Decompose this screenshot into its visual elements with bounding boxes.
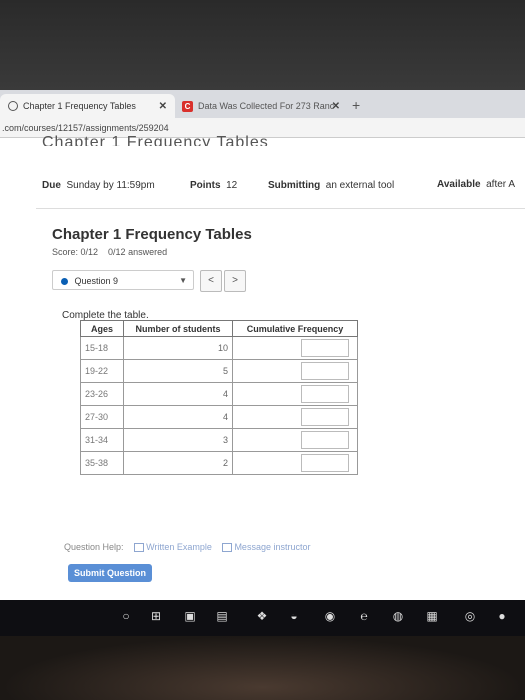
app-orange-icon[interactable]: ● (494, 608, 510, 624)
chegg-icon: C (182, 100, 193, 112)
document-icon (134, 543, 145, 553)
cumulative-cell (232, 428, 358, 452)
cumulative-input[interactable] (301, 431, 349, 449)
message-instructor-link[interactable]: Message instructor (234, 542, 310, 552)
points-value: 12 (226, 180, 238, 191)
next-question-button[interactable]: > (224, 270, 246, 292)
help-label: Question Help: (64, 542, 124, 552)
submit-question-button[interactable]: Submit Question (68, 564, 152, 582)
chrome-icon[interactable]: ◉ (322, 608, 338, 624)
due-label: Due (42, 180, 61, 191)
score-text: Score: 0/12 (52, 247, 99, 257)
count-cell: 3 (123, 428, 233, 452)
task-view-icon[interactable]: ⊞ (148, 608, 164, 624)
submitting-label: Submitting (268, 180, 321, 191)
table-row: 31-34 3 (80, 428, 358, 452)
cumulative-cell (232, 382, 358, 406)
app-circle-icon[interactable]: ◎ (462, 608, 478, 624)
status-dot-icon (61, 278, 68, 286)
submitting-value: an external tool (325, 180, 395, 191)
screen: Chapter 1 Frequency Tables ✕ C Data Was … (0, 90, 525, 630)
cumulative-input[interactable] (301, 339, 349, 357)
available-value: after A (486, 179, 516, 190)
edge-icon[interactable]: ℮ (356, 608, 372, 624)
question-select[interactable]: Question 9 ▼ (52, 270, 194, 290)
age-cell: 31-34 (80, 428, 124, 452)
table-row: 35-38 2 (80, 451, 358, 475)
cumulative-input[interactable] (301, 454, 349, 472)
cumulative-cell (232, 359, 358, 383)
available-label: Available (437, 179, 481, 190)
new-tab-icon[interactable]: + (352, 97, 360, 113)
close-icon[interactable]: ✕ (159, 101, 167, 112)
caret-down-icon: ▼ (179, 276, 187, 285)
cumulative-input[interactable] (301, 385, 349, 403)
page-content: Chapter 1 Frequency Tables Due Sunday by… (0, 134, 525, 630)
count-cell: 4 (123, 382, 233, 406)
monitor-bezel-top (0, 0, 525, 90)
prev-question-button[interactable]: < (200, 270, 222, 292)
column-header-ages: Ages (80, 320, 124, 337)
answered-text: 0/12 answered (108, 247, 168, 257)
divider (36, 208, 525, 209)
tab-title: Chapter 1 Frequency Tables (23, 101, 136, 111)
tab-chapter-1[interactable]: Chapter 1 Frequency Tables ✕ (0, 94, 175, 118)
table-row: 27-30 4 (80, 405, 358, 429)
taskbar: ○ ⊞ ▣ ▤ ❖ ◒ ◉ ℮ ◍ ▦ ◎ ● (0, 600, 525, 636)
question-select-value: Question 9 (74, 276, 119, 286)
column-header-cumulative: Cumulative Frequency (232, 320, 358, 337)
cumulative-cell (232, 405, 358, 429)
points-label: Points (190, 180, 221, 191)
age-cell: 19-22 (80, 359, 124, 383)
due-value: Sunday by 11:59pm (66, 180, 155, 191)
question-help: Question Help: Written Example Message i… (64, 542, 310, 553)
close-icon[interactable]: ✕ (332, 101, 340, 112)
count-cell: 5 (123, 359, 233, 383)
cumulative-input[interactable] (301, 362, 349, 380)
cumulative-input[interactable] (301, 408, 349, 426)
age-cell: 35-38 (80, 451, 124, 475)
column-header-number: Number of students (123, 320, 233, 337)
tab-data-collected[interactable]: C Data Was Collected For 273 Ranc ✕ (178, 94, 348, 118)
table-row: 15-18 10 (80, 336, 358, 360)
cumulative-cell (232, 451, 358, 475)
count-cell: 10 (123, 336, 233, 360)
score-line: Score: 0/12 0/12 answered (52, 247, 167, 257)
page-title-cropped: Chapter 1 Frequency Tables (42, 134, 269, 146)
quiz-title: Chapter 1 Frequency Tables (52, 226, 252, 243)
monitor-bezel-bottom (0, 636, 525, 700)
age-cell: 15-18 (80, 336, 124, 360)
app-icon[interactable]: ▦ (424, 608, 440, 624)
cumulative-cell (232, 336, 358, 360)
table-row: 23-26 4 (80, 382, 358, 406)
chrome-app-icon[interactable]: ◍ (390, 608, 406, 624)
tab-title: Data Was Collected For 273 Ranc (198, 101, 335, 111)
envelope-icon (222, 543, 233, 553)
frequency-table: Ages Number of students Cumulative Frequ… (80, 320, 358, 475)
search-icon[interactable]: ○ (118, 608, 134, 624)
age-cell: 27-30 (80, 405, 124, 429)
dropbox-icon[interactable]: ❖ (254, 608, 270, 624)
browser-tab-bar: Chapter 1 Frequency Tables ✕ C Data Was … (0, 90, 525, 118)
tab-favicon-icon (8, 101, 18, 111)
age-cell: 23-26 (80, 382, 124, 406)
photos-icon[interactable]: ▣ (182, 608, 198, 624)
count-cell: 4 (123, 405, 233, 429)
store-icon[interactable]: ▤ (214, 608, 230, 624)
written-example-link[interactable]: Written Example (146, 542, 212, 552)
amazon-icon[interactable]: ◒ (286, 608, 302, 624)
count-cell: 2 (123, 451, 233, 475)
table-row: 19-22 5 (80, 359, 358, 383)
